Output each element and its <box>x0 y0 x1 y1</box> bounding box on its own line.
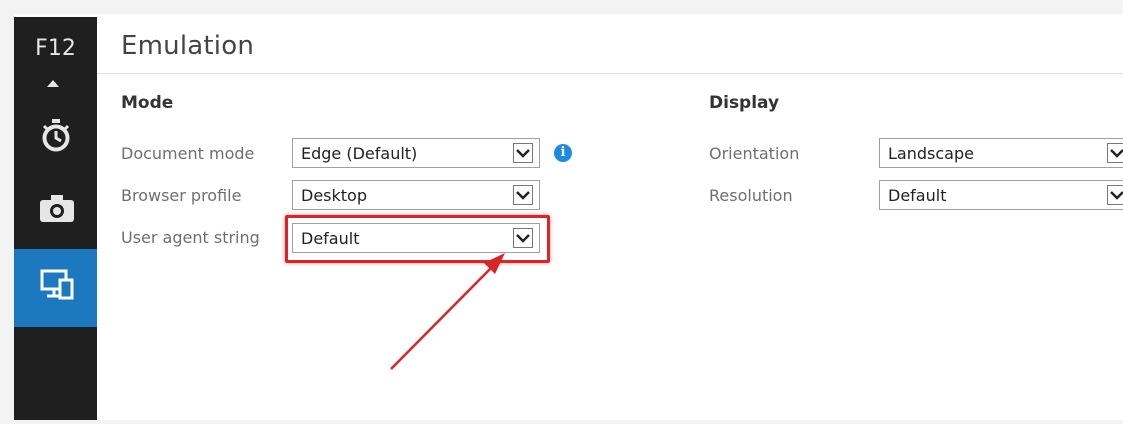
collapse-up-icon[interactable] <box>47 80 59 87</box>
sidebar-item-memory[interactable] <box>14 175 97 245</box>
camera-icon <box>40 195 74 222</box>
frame-left-edge <box>0 0 14 424</box>
emulation-panel: Emulation Mode Document mode Edge (Defau… <box>97 17 1123 420</box>
frame-top-edge <box>0 0 1123 14</box>
sidebar-item-performance[interactable] <box>14 101 97 171</box>
devtools-sidebar: F12 <box>14 17 97 420</box>
frame-bottom-edge <box>0 420 1123 424</box>
window-frame: F12 Emulation Mode Document mode Edge (D… <box>0 0 1123 424</box>
annotation-arrow-icon <box>390 253 505 370</box>
stopwatch-icon <box>42 119 70 152</box>
sidebar-item-emulation[interactable] <box>14 249 97 327</box>
f12-title: F12 <box>35 36 76 61</box>
devices-icon <box>40 269 74 300</box>
